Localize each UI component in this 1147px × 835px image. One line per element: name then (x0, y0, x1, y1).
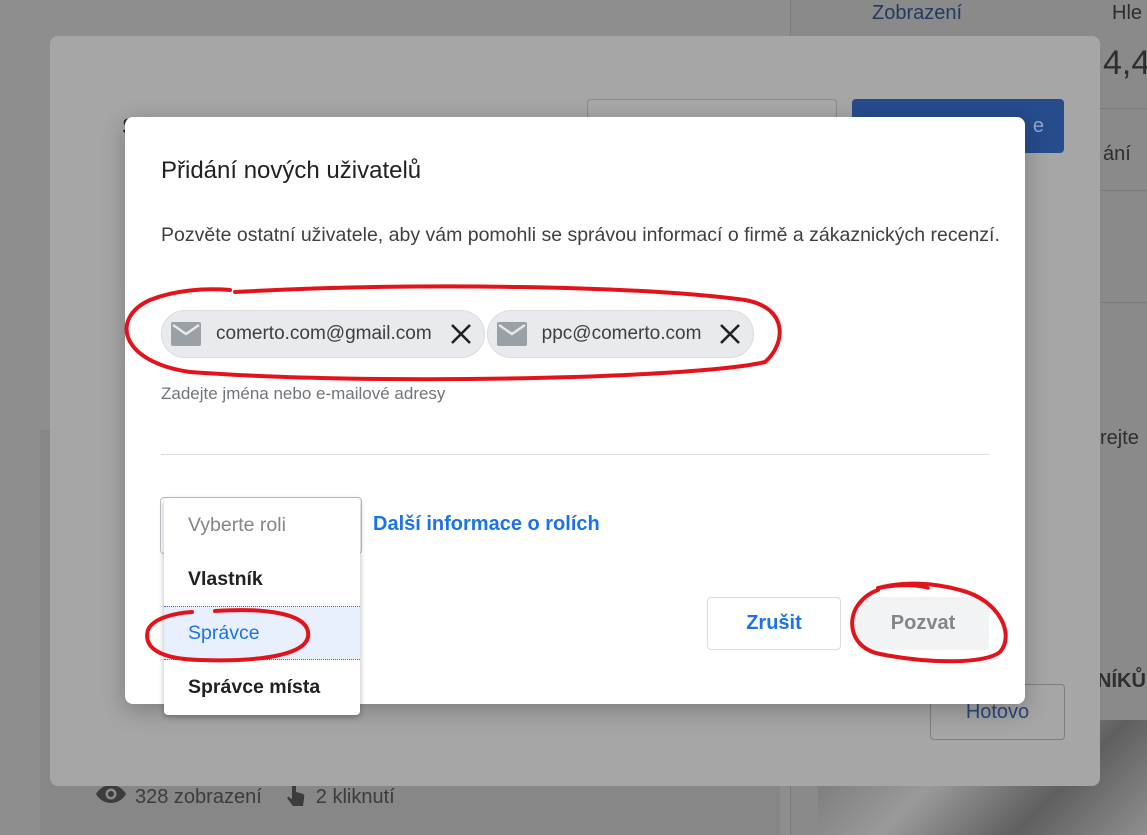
email-chip[interactable]: ppc@comerto.com (486, 310, 755, 358)
dialog-title: Přidání nových uživatelů (161, 157, 422, 184)
mail-icon (496, 321, 528, 347)
recipient-chips[interactable]: comerto.com@gmail.com ppc@comerto.com (161, 310, 755, 358)
role-option-owner[interactable]: Vlastník (164, 552, 360, 606)
invite-button[interactable]: Pozvat (857, 597, 989, 650)
divider (1100, 108, 1147, 109)
role-dropdown[interactable]: Vyberte roli Vlastník Správce Správce mí… (164, 498, 360, 715)
remove-chip-icon[interactable] (448, 321, 474, 347)
mail-icon (170, 321, 202, 347)
remove-chip-icon[interactable] (717, 321, 743, 347)
email-chip[interactable]: comerto.com@gmail.com (161, 310, 485, 358)
eye-icon (95, 783, 127, 811)
role-option-placeholder: Vyberte roli (188, 513, 286, 536)
email-input-hint: Zadejte jména nebo e-mailové adresy (161, 384, 446, 403)
views-stat: 328 zobrazení (95, 783, 262, 811)
chip-email: comerto.com@gmail.com (216, 323, 432, 344)
side-text: ání (1103, 143, 1131, 165)
views-count: 328 zobrazení (135, 785, 262, 808)
divider (1100, 190, 1147, 191)
clicks-count: 2 kliknutí (315, 785, 395, 808)
search-tab[interactable]: Hle (1112, 2, 1142, 25)
chip-email: ppc@comerto.com (541, 323, 702, 344)
rating-value: 4,4 (1103, 44, 1147, 82)
views-tab[interactable]: Zobrazení (872, 2, 962, 25)
input-underline (161, 454, 989, 455)
section-heading: NÍKŮ (1097, 670, 1146, 692)
role-option-manager[interactable]: Správce (164, 606, 360, 660)
divider (1100, 302, 1147, 303)
role-option-site-manager[interactable]: Správce místa (164, 660, 360, 714)
cancel-button[interactable]: Zrušit (707, 597, 841, 650)
dialog-description: Pozvěte ostatní uživatele, aby vám pomoh… (161, 224, 1000, 246)
roles-info-link[interactable]: Další informace o rolích (373, 513, 600, 536)
side-text-2: rejte (1100, 427, 1139, 449)
